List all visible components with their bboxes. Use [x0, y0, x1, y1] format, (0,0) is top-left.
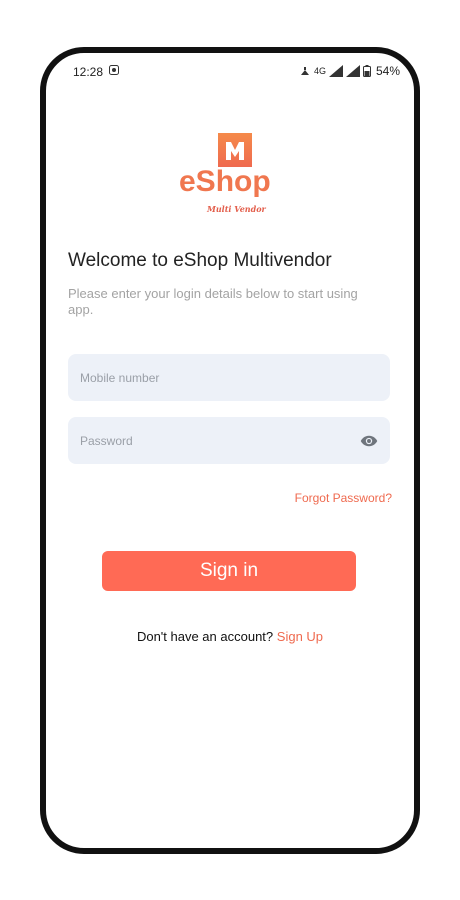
data-transfer-icon — [300, 67, 309, 75]
page-subtitle: Please enter your login details below to… — [68, 286, 358, 317]
screenshot-icon — [109, 65, 119, 75]
signal-icon-2 — [345, 65, 360, 77]
network-type: 4G — [313, 66, 326, 76]
status-icons: 4G 54% — [299, 64, 400, 78]
battery-percent: 54% — [375, 64, 400, 78]
mobile-field[interactable] — [68, 354, 390, 401]
password-field[interactable] — [68, 417, 390, 464]
eye-icon[interactable] — [360, 432, 378, 450]
sign-in-button[interactable]: Sign in — [102, 551, 356, 591]
logo-brand: eShop — [179, 165, 271, 198]
status-time: 12:28 — [73, 65, 104, 79]
app-logo: eShop Multi Vendor — [174, 133, 294, 223]
phone-frame: 12:28 4G 54% eShop Multi Vendor Welcome … — [40, 47, 420, 854]
status-bar: 12:28 4G 54% — [46, 53, 414, 89]
page-title: Welcome to eShop Multivendor — [68, 250, 332, 271]
sign-up-link[interactable]: Sign Up — [277, 629, 323, 644]
mobile-input[interactable] — [68, 354, 390, 401]
logo-m-icon — [218, 133, 252, 167]
signal-icon — [328, 65, 343, 77]
no-account-text: Don't have an account? — [136, 629, 274, 644]
forgot-password-link[interactable]: Forgot Password? — [295, 491, 392, 505]
signup-row: Don't have an account? Sign Up — [46, 629, 414, 644]
logo-tagline: Multi Vendor — [207, 204, 266, 214]
battery-icon — [362, 65, 371, 77]
password-input[interactable] — [68, 417, 390, 464]
